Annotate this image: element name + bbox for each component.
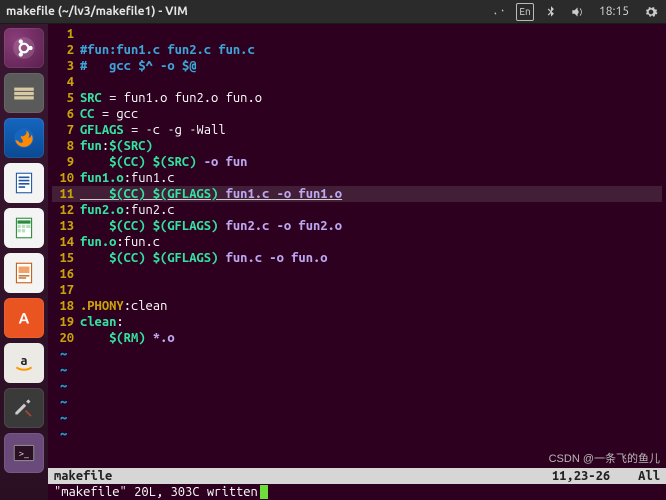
empty-line: ~ — [52, 362, 662, 378]
code-area[interactable]: 12#fun:fun1.c fun2.c fun.c3# gcc $^ -o $… — [48, 24, 666, 468]
line-number: 18 — [52, 298, 80, 314]
line-number: 13 — [52, 218, 80, 234]
line-text: clean: — [80, 314, 662, 330]
line-number: 15 — [52, 250, 80, 266]
code-line[interactable]: 3# gcc $^ -o $@ — [52, 58, 662, 74]
amazon-icon[interactable]: a — [4, 343, 44, 383]
software-icon[interactable]: A — [4, 298, 44, 338]
empty-line: ~ — [52, 426, 662, 442]
line-number: 5 — [52, 90, 80, 106]
gear-icon[interactable] — [642, 3, 660, 21]
line-text: $(CC) $(SRC) -o fun — [80, 154, 662, 170]
code-line[interactable]: 4 — [52, 74, 662, 90]
line-number: 2 — [52, 42, 80, 58]
calc-icon[interactable] — [4, 208, 44, 248]
line-text: CC = gcc — [80, 106, 662, 122]
code-line[interactable]: 14fun.o:fun.c — [52, 234, 662, 250]
settings-icon[interactable] — [4, 388, 44, 428]
menubar: makefile (~/lv3/makefile1) - VIM En 18:1… — [0, 0, 666, 24]
line-number: 10 — [52, 170, 80, 186]
line-number: 6 — [52, 106, 80, 122]
impress-icon[interactable] — [4, 253, 44, 293]
line-text: $(CC) $(GFLAGS) fun.c -o fun.o — [80, 250, 662, 266]
line-text: SRC = fun1.o fun2.o fun.o — [80, 90, 662, 106]
code-line[interactable]: 16 — [52, 266, 662, 282]
line-text: $(CC) $(GFLAGS) fun1.c -o fun1.o — [80, 186, 662, 202]
line-number: 19 — [52, 314, 80, 330]
code-line[interactable]: 6CC = gcc — [52, 106, 662, 122]
vim-statusline: makefile 11,23-26 All — [48, 468, 666, 484]
code-line[interactable]: 10fun1.o:fun1.c — [52, 170, 662, 186]
status-position: 11,23-26 — [552, 469, 610, 483]
line-number: 7 — [52, 122, 80, 138]
line-text: .PHONY:clean — [80, 298, 662, 314]
line-text: $(CC) $(GFLAGS) fun2.c -o fun2.o — [80, 218, 662, 234]
clock[interactable]: 18:15 — [594, 3, 634, 21]
line-number: 3 — [52, 58, 80, 74]
line-number: 11 — [52, 186, 80, 202]
writer-icon[interactable] — [4, 163, 44, 203]
files-icon[interactable] — [4, 73, 44, 113]
input-method-icon[interactable]: En — [516, 3, 534, 21]
status-message: "makefile" 20L, 303C written — [54, 485, 258, 499]
bluetooth-icon[interactable] — [542, 3, 560, 21]
line-text: # gcc $^ -o $@ — [80, 58, 662, 74]
line-number: 9 — [52, 154, 80, 170]
line-number: 16 — [52, 266, 80, 282]
line-text: fun:$(SRC) — [80, 138, 662, 154]
line-text: fun.o:fun.c — [80, 234, 662, 250]
code-line[interactable]: 20 $(RM) *.o — [52, 330, 662, 346]
line-number: 14 — [52, 234, 80, 250]
code-line[interactable]: 15 $(CC) $(GFLAGS) fun.c -o fun.o — [52, 250, 662, 266]
line-number: 8 — [52, 138, 80, 154]
volume-icon[interactable] — [568, 3, 586, 21]
cursor-icon — [260, 485, 268, 499]
empty-line: ~ — [52, 394, 662, 410]
code-line[interactable]: 17 — [52, 282, 662, 298]
empty-line: ~ — [52, 378, 662, 394]
window-title: makefile (~/lv3/makefile1) - VIM — [6, 5, 188, 18]
code-line[interactable]: 19clean: — [52, 314, 662, 330]
svg-text:>_: >_ — [19, 447, 29, 458]
svg-text:a: a — [20, 354, 27, 368]
empty-line: ~ — [52, 346, 662, 362]
vim-editor[interactable]: 12#fun:fun1.c fun2.c fun.c3# gcc $^ -o $… — [48, 24, 666, 500]
firefox-icon[interactable] — [4, 118, 44, 158]
line-text: #fun:fun1.c fun2.c fun.c — [80, 42, 662, 58]
terminal-icon[interactable]: >_ — [4, 433, 44, 473]
line-text: fun1.o:fun1.c — [80, 170, 662, 186]
line-number: 4 — [52, 74, 80, 90]
empty-line: ~ — [52, 410, 662, 426]
watermark: CSDN @一条飞的鱼儿 — [549, 450, 660, 466]
code-line[interactable]: 9 $(CC) $(SRC) -o fun — [52, 154, 662, 170]
code-line[interactable]: 12fun2.o:fun2.c — [52, 202, 662, 218]
ubuntu-dash-icon[interactable] — [4, 28, 44, 68]
launcher: A a >_ — [0, 24, 48, 500]
line-number: 20 — [52, 330, 80, 346]
code-line[interactable]: 5SRC = fun1.o fun2.o fun.o — [52, 90, 662, 106]
code-line[interactable]: 7GFLAGS = -c -g -Wall — [52, 122, 662, 138]
code-line[interactable]: 2#fun:fun1.c fun2.c fun.c — [52, 42, 662, 58]
code-line[interactable]: 18.PHONY:clean — [52, 298, 662, 314]
code-line[interactable]: 8fun:$(SRC) — [52, 138, 662, 154]
line-number: 1 — [52, 26, 80, 42]
line-text: fun2.o:fun2.c — [80, 202, 662, 218]
code-line[interactable]: 13 $(CC) $(GFLAGS) fun2.c -o fun2.o — [52, 218, 662, 234]
code-line[interactable]: 11 $(CC) $(GFLAGS) fun1.c -o fun1.o — [52, 186, 662, 202]
line-text: $(RM) *.o — [80, 330, 662, 346]
network-icon[interactable] — [490, 3, 508, 21]
status-scroll: All — [638, 469, 660, 483]
line-text: GFLAGS = -c -g -Wall — [80, 122, 662, 138]
vim-command-line[interactable]: "makefile" 20L, 303C written — [48, 484, 666, 500]
line-number: 12 — [52, 202, 80, 218]
code-line[interactable]: 1 — [52, 26, 662, 42]
status-filename: makefile — [54, 469, 112, 483]
line-number: 17 — [52, 282, 80, 298]
svg-text:A: A — [19, 309, 30, 326]
